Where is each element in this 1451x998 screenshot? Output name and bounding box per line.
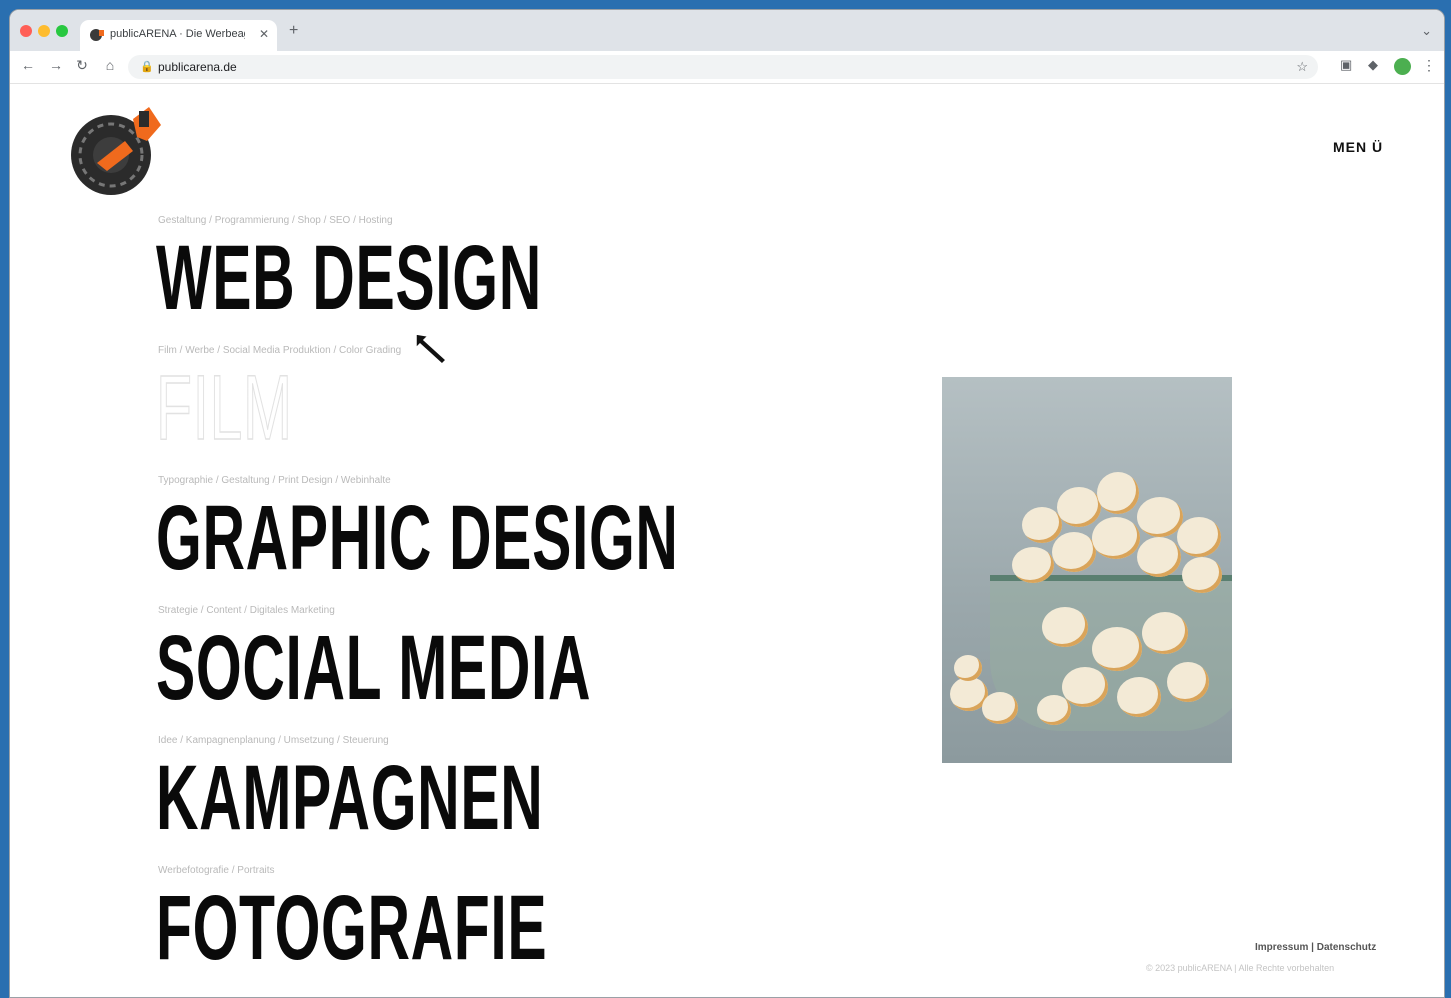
services-list: Gestaltung / Programmierung / Shop / SEO…	[156, 214, 973, 994]
service-film[interactable]: Film / Werbe / Social Media Produktion /…	[156, 344, 973, 474]
address-bar[interactable]: 🔒 publicarena.de ☆	[128, 55, 1318, 79]
maximize-window-button[interactable]	[56, 25, 68, 37]
service-title[interactable]: WEB DESIGN	[156, 228, 679, 344]
forward-icon[interactable]: →	[46, 57, 66, 73]
close-icon[interactable]: ✕	[259, 27, 269, 41]
close-window-button[interactable]	[20, 25, 32, 37]
browser-window: publicARENA · Die Werbeagentur ✕ + ⌄ ← →…	[9, 9, 1445, 998]
service-subtitle: Film / Werbe / Social Media Produktion /…	[158, 345, 402, 356]
new-tab-button[interactable]: +	[289, 23, 298, 39]
mouse-cursor-icon	[415, 333, 448, 366]
url-text: publicarena.de	[158, 60, 237, 74]
extension-icon[interactable]: ◆	[1368, 57, 1378, 73]
favicon-icon	[90, 29, 104, 41]
tab-active[interactable]: publicARENA · Die Werbeagentur ✕	[80, 20, 277, 51]
service-title[interactable]: GRAPHIC DESIGN	[156, 488, 679, 604]
service-title[interactable]: KAMPAGNEN	[156, 748, 679, 864]
profile-avatar[interactable]	[1394, 58, 1411, 75]
extensions-icon[interactable]: ▣	[1340, 57, 1352, 73]
service-web-design[interactable]: Gestaltung / Programmierung / Shop / SEO…	[156, 214, 973, 344]
service-subtitle: Strategie / Content / Digitales Marketin…	[158, 605, 335, 616]
service-title[interactable]: FOTOGRAFIE	[156, 878, 679, 994]
reload-icon[interactable]: ↻	[72, 57, 92, 74]
service-subtitle: Gestaltung / Programmierung / Shop / SEO…	[158, 215, 393, 226]
service-social-media[interactable]: Strategie / Content / Digitales Marketin…	[156, 604, 973, 734]
datenschutz-link[interactable]: Datenschutz	[1317, 942, 1376, 953]
service-graphic-design[interactable]: Typographie / Gestaltung / Print Design …	[156, 474, 973, 604]
tab-search-icon[interactable]: ⌄	[1421, 23, 1432, 39]
site-logo[interactable]	[67, 97, 171, 201]
home-icon[interactable]: ⌂	[100, 57, 120, 73]
browser-toolbar: ← → ↻ ⌂ 🔒 publicarena.de ☆ ▣ ◆ ⋮	[10, 51, 1444, 84]
service-subtitle: Werbefotografie / Portraits	[158, 865, 275, 876]
lock-icon[interactable]: 🔒	[140, 60, 154, 73]
service-kampagnen[interactable]: Idee / Kampagnenplanung / Umsetzung / St…	[156, 734, 973, 864]
service-fotografie[interactable]: Werbefotografie / Portraits FOTOGRAFIE	[156, 864, 973, 994]
bookmark-star-icon[interactable]: ☆	[1296, 59, 1308, 75]
copyright-text: © 2023 publicARENA | Alle Rechte vorbeha…	[1146, 963, 1335, 973]
minimize-window-button[interactable]	[38, 25, 50, 37]
footer-separator: |	[1311, 942, 1314, 953]
service-subtitle: Typographie / Gestaltung / Print Design …	[158, 475, 391, 486]
service-title[interactable]: FILM	[156, 357, 679, 474]
service-subtitle: Idee / Kampagnenplanung / Umsetzung / St…	[158, 735, 389, 746]
impressum-link[interactable]: Impressum	[1255, 942, 1308, 953]
tab-title: publicARENA · Die Werbeagentur	[110, 28, 245, 40]
more-menu-icon[interactable]: ⋮	[1422, 57, 1436, 74]
menu-button[interactable]: MEN Ü	[1333, 139, 1383, 155]
tab-bar: publicARENA · Die Werbeagentur ✕ + ⌄	[10, 10, 1444, 51]
service-title[interactable]: SOCIAL MEDIA	[156, 618, 679, 734]
footer-links: Impressum | Datenschutz	[1255, 942, 1376, 953]
webpage: MEN Ü Gestaltung / Programmierung / Shop…	[10, 84, 1444, 997]
popcorn-image	[942, 377, 1232, 763]
back-icon[interactable]: ←	[18, 57, 38, 73]
